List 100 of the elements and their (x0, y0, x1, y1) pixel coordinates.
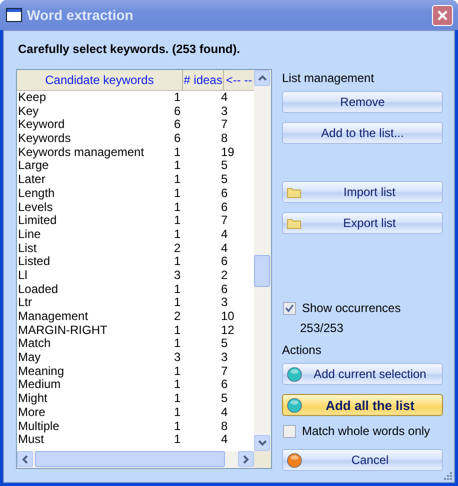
table-cell: 6 (221, 378, 228, 392)
table-cell-text: 1 (174, 159, 182, 174)
table-cell-text: 1 (174, 173, 182, 187)
scroll-down-button[interactable] (254, 435, 270, 451)
folder-icon (287, 218, 301, 228)
scrollbar-corner (254, 451, 271, 468)
table-cell-text: Ll (17, 268, 28, 283)
table-cell-text: Management (17, 310, 90, 324)
table-cell-text: 1 (174, 378, 182, 392)
circle-icon (287, 366, 302, 382)
button[interactable]: Add all the list (282, 394, 443, 416)
table-cell: 3 (221, 351, 228, 365)
table-cell: 5 (221, 337, 228, 352)
table-cell: 4 (221, 433, 228, 447)
button[interactable]: Cancel (282, 449, 443, 471)
button[interactable]: Remove (282, 91, 443, 113)
table-cell-text: 1 (174, 324, 182, 338)
table-cell-text: Might (17, 392, 48, 406)
table-cell-text: Loaded (17, 282, 60, 296)
button[interactable]: Export list (282, 212, 443, 234)
table-cell-text: Medium (17, 378, 61, 392)
table-cell-text: MARGIN-RIGHT (17, 324, 108, 338)
section-label: List management (282, 71, 376, 85)
table-cell: 8 (221, 132, 228, 146)
column-header[interactable]: # ideas (183, 70, 224, 90)
table-cell-text: Meaning (17, 364, 66, 378)
circle-icon (287, 452, 302, 468)
table-cell-text: 1 (174, 186, 182, 200)
table-cell-text: Keep (17, 91, 48, 105)
table-cell: 4 (221, 91, 228, 105)
checkbox[interactable] (283, 424, 296, 438)
table-cell: 10 (221, 310, 234, 324)
table-cell-text: 1 (174, 406, 182, 420)
button[interactable]: Add to the list... (282, 122, 443, 144)
section-label: Actions (282, 343, 322, 357)
circle-icon (287, 398, 302, 412)
scroll-left-button[interactable] (17, 451, 33, 467)
table-cell-text: Keyword (17, 118, 66, 132)
table-cell-text: 6 (174, 132, 182, 146)
table-cell: 5 (221, 159, 228, 174)
table-cell-text: 2 (174, 242, 182, 256)
table-cell-text: 1 (174, 420, 182, 434)
scroll-up-button[interactable] (254, 70, 270, 86)
button[interactable]: Import list (282, 181, 443, 203)
checkbox-label: Show occurrences (302, 301, 401, 315)
table-cell-text: Multiple (17, 420, 60, 434)
table-cell-text: More (17, 406, 46, 420)
table-cell: 8 (221, 420, 228, 434)
resize-grip-icon[interactable] (443, 471, 453, 481)
window-icon (6, 8, 22, 22)
column-header[interactable]: <-- -- (224, 70, 254, 90)
table-cell: 6 (221, 255, 228, 269)
table-cell-text: 1 (174, 146, 182, 160)
table-cell-text: Large (17, 159, 49, 174)
table-cell-text: 1 (174, 255, 182, 269)
table-cell: 7 (221, 364, 228, 378)
table-cell: 5 (221, 173, 228, 187)
horizontal-scrollbar[interactable] (17, 451, 271, 468)
table-cell-text: 1 (174, 296, 182, 310)
table-cell: 6 (221, 186, 228, 200)
close-button[interactable] (432, 4, 453, 26)
table-cell-text: 6 (174, 118, 182, 132)
instruction-text: Carefully select keywords. (253 found). (18, 42, 242, 58)
table-cell-text: Limited (17, 214, 58, 228)
table-cell: 5 (221, 392, 228, 406)
scroll-right-button[interactable] (238, 451, 254, 467)
table-cell-text: Must (17, 433, 44, 447)
table-cell-text: 6 (174, 104, 182, 118)
table-cell: 7 (221, 118, 228, 132)
table-cell-text: 3 (174, 351, 182, 365)
table-cell: 4 (221, 406, 228, 420)
scroll-thumb[interactable] (35, 451, 225, 467)
table-cell: 6 (221, 200, 228, 214)
table-cell-text: Ltr (17, 296, 34, 310)
vertical-scrollbar[interactable] (254, 70, 271, 451)
table-cell-text: May (17, 351, 42, 365)
column-header[interactable]: Candidate keywords (17, 70, 183, 90)
table-cell-text: 1 (174, 91, 182, 105)
table-cell-text: 1 (174, 337, 182, 352)
folder-icon (287, 186, 301, 198)
table-cell: 7 (221, 214, 228, 228)
table-cell-text: Keywords (17, 132, 72, 146)
table-cell-text: Match (17, 337, 52, 352)
table-cell-text: 1 (174, 200, 182, 214)
table-cell-text: 1 (174, 282, 182, 296)
table-cell-text: 1 (174, 214, 182, 228)
table-cell: 6 (221, 282, 228, 296)
table-cell-text: 1 (174, 433, 182, 447)
table-cell: 4 (221, 242, 228, 256)
table-cell-text: Key (17, 104, 40, 118)
table-cell-text: 1 (174, 228, 182, 242)
table-cell-text: 2 (174, 310, 182, 324)
table-cell: 3 (221, 104, 228, 118)
button[interactable]: Add current selection (282, 363, 443, 385)
table-cell-text: Levels (17, 200, 54, 214)
table-cell-text: 3 (174, 268, 182, 283)
table-cell-text: Listed (17, 255, 52, 269)
table-cell-text: Line (17, 228, 42, 242)
checkbox[interactable] (283, 302, 296, 314)
scroll-thumb[interactable] (254, 255, 270, 287)
